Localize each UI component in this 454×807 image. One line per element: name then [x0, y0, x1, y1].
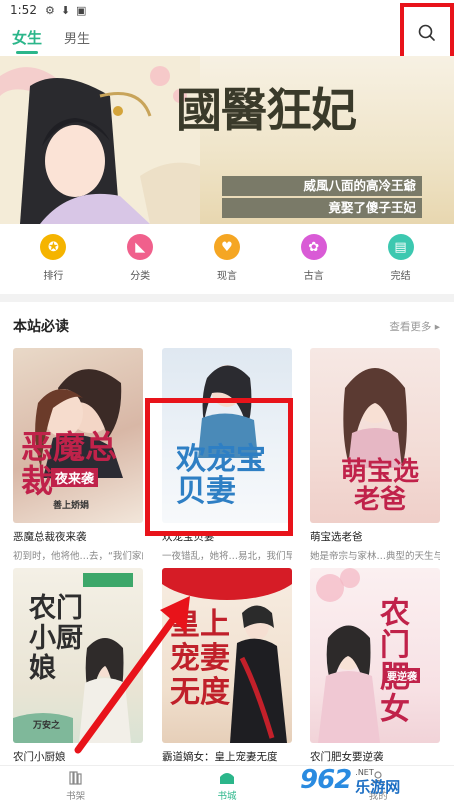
see-more-label: 查看更多 — [389, 321, 432, 333]
nav-bookstore[interactable]: 书城 — [187, 766, 267, 807]
banner-subtitle-line2: 竟娶了傻子王妃 — [222, 198, 422, 218]
book-description: 一夜错乱，她将…易北，我们早协 — [162, 551, 292, 562]
cover-title: 农门肥女 — [380, 596, 410, 727]
tab-male[interactable]: 男生 — [64, 28, 90, 47]
section-title: 本站必读 — [13, 319, 69, 335]
banner-title: 國醫狂妃 — [176, 83, 357, 137]
medal-icon: ✪ — [40, 234, 67, 260]
cover-title: 萌宝选老爸 — [340, 457, 419, 515]
watermark-logo: 962 — [300, 765, 352, 795]
book-description: 初到时，他将他…去，“我们家的 — [13, 551, 143, 562]
site-watermark: 962 .NET 乐游网 — [300, 758, 450, 802]
cover-subtitle: 要逆袭 — [384, 668, 420, 683]
category-modern[interactable]: ♥ 现言 — [197, 230, 257, 290]
tab-female[interactable]: 女生 — [12, 27, 42, 54]
category-label: 分类 — [130, 271, 151, 282]
book-title: 萌宝选老爸 — [310, 531, 363, 543]
heart-icon: ♥ — [213, 234, 240, 260]
category-label: 现言 — [216, 271, 237, 282]
cover-subtitle: 夜来袭 — [51, 468, 99, 487]
watermark-text: .NET 乐游网 — [355, 765, 400, 795]
bookstore-icon — [219, 773, 234, 784]
book-cover: 农门肥女 要逆袭 — [310, 568, 440, 743]
chevron-right-icon: ▸ — [434, 321, 440, 333]
book-cover: 恶魔总裁 夜来袭 善上娇娟 — [13, 348, 143, 523]
nav-bookshelf[interactable]: 书架 — [36, 766, 116, 807]
category-ancient[interactable]: ✿ 古言 — [284, 230, 344, 290]
heel-icon: ◣ — [127, 234, 154, 260]
promo-banner[interactable]: 國醫狂妃 威風八面的高冷王爺 竟娶了傻子王妃 — [0, 56, 454, 224]
banner-subtitle: 威風八面的高冷王爺 竟娶了傻子王妃 — [222, 176, 422, 220]
nav-label: 书架 — [66, 791, 86, 802]
cover-title: 恶魔总裁 — [21, 428, 118, 500]
section-divider — [0, 294, 454, 302]
book-description: 她是帝宗与家林…典型的天生与白 — [310, 551, 440, 562]
highlight-box — [145, 398, 293, 536]
gear-icon: ⚙ — [44, 3, 55, 17]
watermark-name: 乐游网 — [355, 778, 401, 796]
status-bar: 1:52 ⚙ ⬇ ▣ — [0, 0, 454, 20]
nav-label: 书城 — [217, 791, 237, 802]
cover-author: 善上娇娟 — [53, 501, 90, 511]
notification-icon: ▣ — [76, 3, 87, 17]
book-icon: ▤ — [387, 234, 414, 260]
category-ranking[interactable]: ✪ 排行 — [23, 230, 83, 290]
category-label: 排行 — [43, 271, 64, 282]
gender-tabs: 女生 男生 — [0, 22, 400, 54]
book-card[interactable]: 萌宝选老爸 萌宝选老爸 她是帝宗与家林…典型的天生与白 — [310, 348, 440, 562]
search-button[interactable] — [400, 3, 454, 62]
category-label: 古言 — [303, 271, 324, 282]
status-time: 1:52 — [10, 3, 37, 17]
banner-illustration — [0, 56, 200, 224]
book-card[interactable]: 恶魔总裁 夜来袭 善上娇娟 恶魔总裁夜来袭 初到时，他将他…去，“我们家的 — [13, 348, 143, 562]
book-card[interactable]: 农门肥女 要逆袭 农门肥女要逆袭 — [310, 568, 440, 764]
bookshelf-icon — [69, 771, 82, 785]
fan-icon: ✿ — [300, 234, 327, 260]
annotation-arrow — [74, 596, 190, 754]
cover-author: 万安之 — [33, 721, 61, 731]
search-icon — [418, 24, 435, 41]
app-screen: 1:52 ⚙ ⬇ ▣ 女生 男生 國醫狂妃 威風八面的高冷王爺 竟娶了傻子王妃 … — [0, 0, 454, 807]
download-icon: ⬇ — [60, 3, 71, 17]
see-more-link[interactable]: 查看更多 ▸ — [389, 319, 440, 334]
banner-subtitle-line1: 威風八面的高冷王爺 — [222, 176, 422, 196]
category-label: 完结 — [390, 271, 411, 282]
book-title: 恶魔总裁夜来袭 — [13, 531, 87, 543]
category-classify[interactable]: ◣ 分类 — [110, 230, 170, 290]
category-completed[interactable]: ▤ 完结 — [371, 230, 431, 290]
category-row: ✪ 排行 ◣ 分类 ♥ 现言 ✿ 古言 ▤ 完结 — [0, 230, 454, 290]
book-cover: 萌宝选老爸 — [310, 348, 440, 523]
